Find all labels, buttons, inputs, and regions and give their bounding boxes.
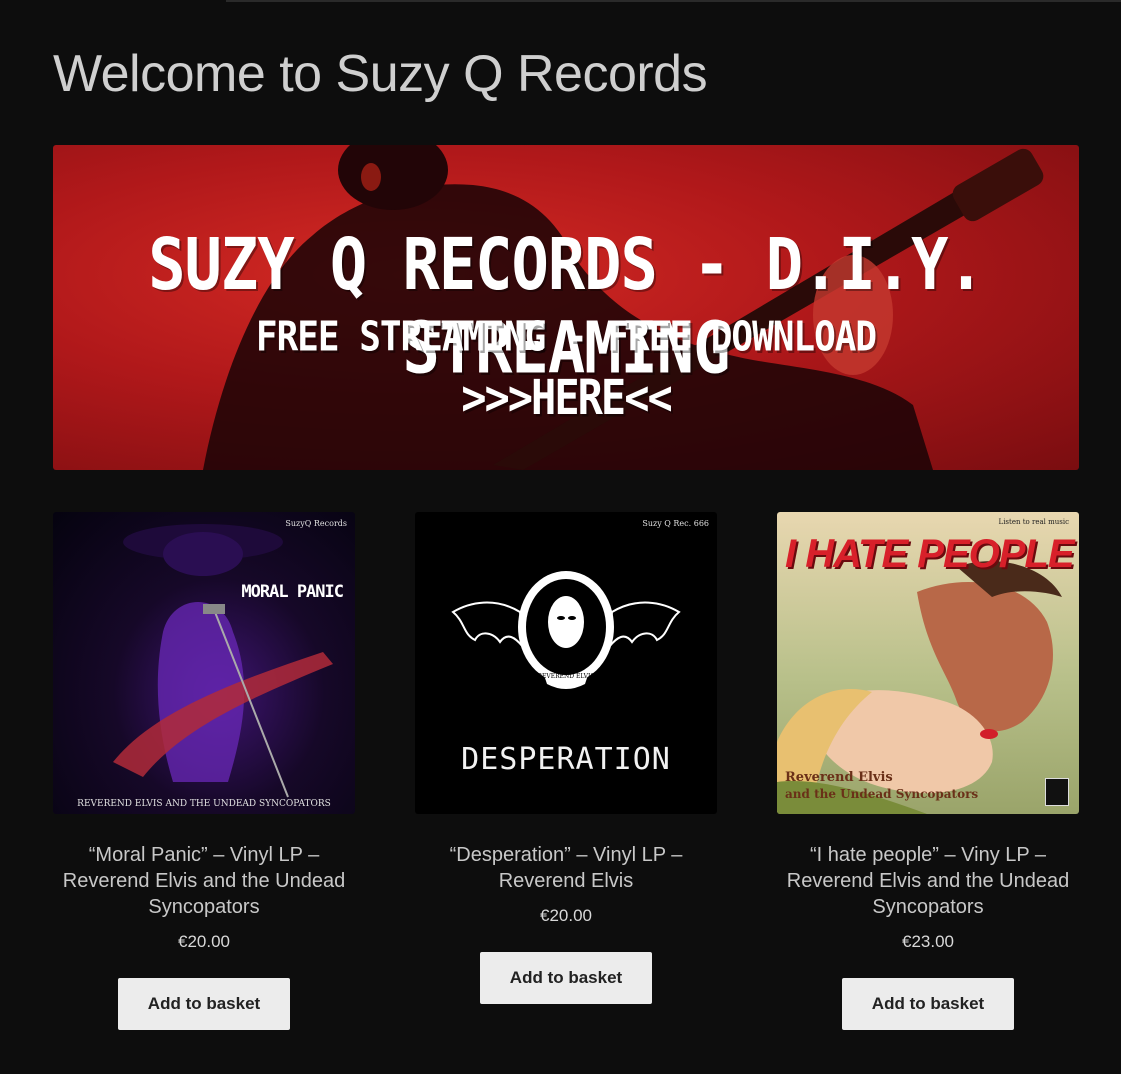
product-title[interactable]: “Desperation” – Vinyl LP – Reverend Elvi…: [415, 842, 717, 894]
product-card: Suzy Q Rec. 666 REVEREND ELVIS DESPERATI…: [415, 512, 717, 1004]
cover-label-top: Suzy Q Rec. 666: [642, 519, 709, 528]
product-cover-link[interactable]: Suzy Q Rec. 666 REVEREND ELVIS DESPERATI…: [415, 512, 717, 814]
product-title[interactable]: “Moral Panic” – Vinyl LP – Reverend Elvi…: [53, 842, 355, 920]
product-card: Listen to real music I HATE PEOPLE Rever…: [777, 512, 1079, 1030]
streaming-banner-link[interactable]: SUZY Q RECORDS - D.I.Y. STREAMING FREE S…: [53, 145, 1079, 470]
banner-subheadline: FREE STREAMING - FREE DOWNLOAD: [255, 313, 877, 362]
product-cover-link[interactable]: SuzyQ Records MORAL PANIC REVEREND ELVIS…: [53, 512, 355, 814]
page-title: Welcome to Suzy Q Records: [53, 45, 708, 103]
cover-label-top: SuzyQ Records: [285, 519, 347, 528]
product-title[interactable]: “I hate people” – Viny LP – Reverend Elv…: [777, 842, 1079, 920]
cover-label-top: Listen to real music: [998, 518, 1069, 526]
product-price: €23.00: [902, 932, 954, 951]
top-border: [226, 0, 1121, 2]
cover-headline: I HATE PEOPLE: [785, 532, 1075, 576]
cover-headline: DESPERATION: [461, 742, 671, 777]
product-price: €20.00: [540, 906, 592, 925]
cover-emblem-label: REVEREND ELVIS: [537, 673, 595, 680]
moral-panic-cover-art: [113, 524, 333, 798]
product-card: SuzyQ Records MORAL PANIC REVEREND ELVIS…: [53, 512, 355, 1030]
product-price: €20.00: [178, 932, 230, 951]
product-cover-link[interactable]: Listen to real music I HATE PEOPLE Rever…: [777, 512, 1079, 814]
cover-label-bottom: REVEREND ELVIS AND THE UNDEAD SYNCOPATOR…: [77, 799, 331, 809]
add-to-basket-button[interactable]: Add to basket: [842, 978, 1014, 1030]
add-to-basket-button[interactable]: Add to basket: [480, 952, 652, 1004]
banner-headline: SUZY Q RECORDS - D.I.Y. STREAMING: [148, 222, 985, 390]
cover-label-bottom-artist: Reverend Elvis: [785, 770, 893, 785]
record-label-logo-icon: [1045, 778, 1069, 806]
add-to-basket-button[interactable]: Add to basket: [118, 978, 290, 1030]
cover-headline: MORAL PANIC: [241, 582, 344, 602]
banner-cta: >>>HERE<<: [461, 369, 673, 426]
cover-label-bottom-band: and the Undead Syncopators: [785, 787, 979, 801]
